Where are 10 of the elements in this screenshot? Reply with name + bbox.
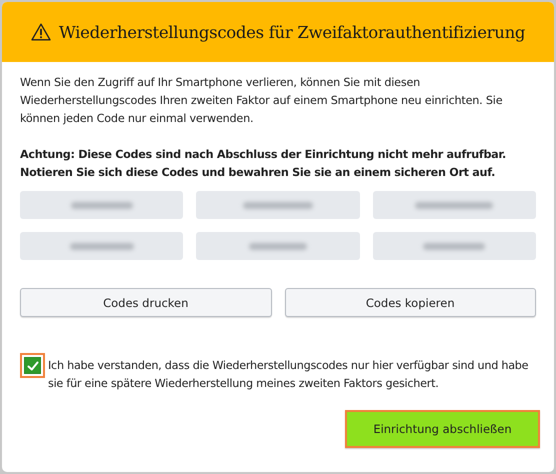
warning-text: Achtung: Diese Codes sind nach Abschluss der Einrichtung nicht mehr aufrufbar. Notieren Sie sich diese Codes und bewahren Sie sie an einem sicheren Ort auf. (20, 147, 508, 181)
confirmation-label: Ich habe verstanden, dass die Wiederherstellungscodes nur hier verfügbar sind und habe sie für eine spätere Wiederherstellung meines zweiten Faktors gesichert. (48, 358, 530, 392)
intro-text: Wenn Sie den Zugriff auf Ihr Smartphone verlieren, können Sie mit diesen Wiederherstellungscodes Ihren zweiten Faktor auf einem Smartphone neu einrichten. Sie können jeden Code nur einmal verwenden. (20, 75, 504, 127)
action-button[interactable]: Codes drucken (20, 288, 272, 317)
dialog-title: Wiederherstellungscodes für Zweifaktorauthentifizierung (58, 22, 526, 42)
warning-icon (30, 23, 51, 41)
checkbox[interactable] (20, 353, 45, 378)
check-icon (26, 358, 40, 372)
action-button[interactable]: Codes kopieren (284, 288, 536, 317)
finish-setup-button[interactable]: Einrichtung abschließen (345, 410, 540, 448)
